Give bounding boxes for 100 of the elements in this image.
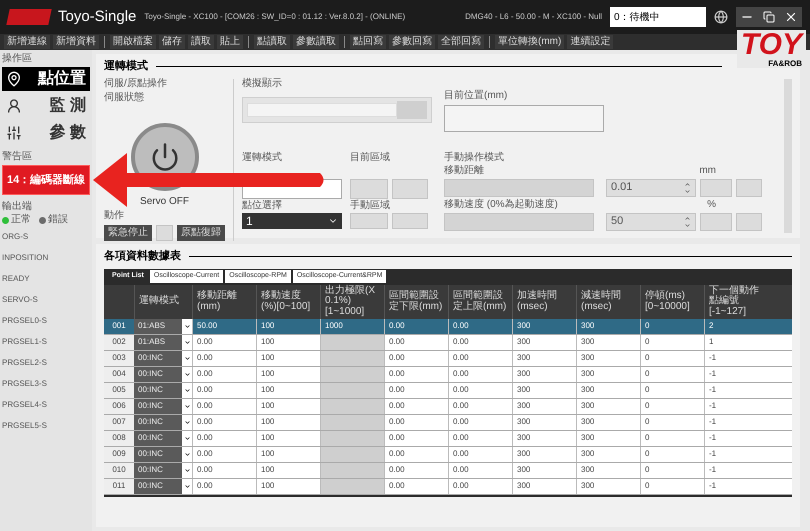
status-field[interactable]: 0：待機中 (610, 7, 706, 27)
disabled-cell (320, 462, 384, 478)
table-cell: 0.00 (192, 414, 256, 430)
action-button[interactable]: 原點復歸 (177, 224, 225, 240)
mode-dropdown[interactable]: 00:INC (134, 366, 192, 382)
table-cell: 0.00 (448, 462, 512, 478)
table-cell: 0.00 (448, 350, 512, 366)
toolbar-button[interactable]: 點回寫 (350, 35, 386, 49)
toolbar-button[interactable]: 新增連線 (4, 35, 50, 49)
table-cell: 2 (704, 318, 768, 334)
slider-track[interactable] (444, 178, 594, 196)
position-field[interactable] (444, 104, 604, 132)
blank-field[interactable] (736, 178, 762, 196)
toolbar-button[interactable]: 儲存 (159, 35, 185, 49)
mode-dropdown[interactable]: 00:INC (134, 446, 192, 462)
blank-button[interactable] (156, 224, 173, 240)
table-row[interactable]: 002 01:ABS 0.00 100 0.00 0.00 300 300 0 1 (104, 334, 792, 350)
signal-label: PRGSEL3-S (2, 378, 48, 390)
area-field[interactable] (392, 178, 428, 198)
blank-field[interactable] (700, 212, 732, 230)
spin-up-icon[interactable] (684, 180, 691, 188)
table-cell: 0.00 (448, 430, 512, 446)
table-cell: 300 (576, 398, 640, 414)
spin-up-icon[interactable] (684, 214, 691, 222)
table-cell: 100 (256, 318, 320, 334)
close-icon (784, 10, 798, 24)
action-button[interactable]: 緊急停止 (104, 224, 152, 240)
table-row[interactable]: 007 00:INC 0.00 100 0.00 0.00 300 300 0 -1 (104, 414, 792, 430)
mode-dropdown[interactable]: 01:ABS (134, 318, 192, 334)
slider-track[interactable] (444, 212, 594, 230)
blank-field[interactable] (736, 212, 762, 230)
toolbar-button[interactable]: 點讀取 (254, 35, 290, 49)
nav-item[interactable]: 參 數 (2, 121, 90, 145)
mode-dropdown[interactable]: 00:INC (134, 430, 192, 446)
table-cell: 0.00 (448, 398, 512, 414)
table-row[interactable]: 008 00:INC 0.00 100 0.00 0.00 300 300 0 -1 (104, 430, 792, 446)
table-cell: 0.00 (192, 462, 256, 478)
mode-dropdown[interactable]: 00:INC (134, 414, 192, 430)
nav-item[interactable]: 點位置 (2, 67, 90, 91)
connection-info: Toyo-Single - XC100 - [COM26 : SW_ID=0 : 01.12 : Ver.8.0.2] - (ONLINE) (144, 11, 406, 23)
disabled-cell (320, 350, 384, 366)
area-field[interactable] (392, 212, 428, 228)
table-cell: 300 (576, 462, 640, 478)
globe-icon[interactable] (714, 10, 728, 24)
table-row[interactable]: 003 00:INC 0.00 100 0.00 0.00 300 300 0 -1 (104, 350, 792, 366)
mode-dropdown[interactable]: 00:INC (134, 382, 192, 398)
table-row[interactable]: 005 00:INC 0.00 100 0.00 0.00 300 300 0 -1 (104, 382, 792, 398)
table-row[interactable]: 009 00:INC 0.00 100 0.00 0.00 300 300 0 -1 (104, 446, 792, 462)
toolbar-button[interactable]: 貼上 (217, 35, 243, 49)
number-field[interactable]: 0.01 (606, 178, 696, 196)
toolbar-button[interactable]: 參數讀取 (293, 35, 339, 49)
toolbar-button[interactable]: 開啟檔案 (110, 35, 156, 49)
table-row[interactable]: 001 01:ABS 50.00 100 1000 0.00 0.00 300 300 0 2 (104, 318, 792, 334)
mode-dropdown[interactable]: 00:INC (134, 478, 192, 494)
table-cell: 0.00 (448, 414, 512, 430)
area-field[interactable] (350, 212, 388, 228)
signal-label: INPOSITION (2, 252, 50, 264)
toolbar-button[interactable]: 新增資料 (53, 35, 99, 49)
blank-field[interactable] (700, 178, 732, 196)
signal-label: SERVO-S (2, 294, 39, 306)
minimize-button[interactable] (736, 7, 758, 27)
toolbar-button[interactable]: 全部回寫 (438, 35, 484, 49)
toolbar-button[interactable]: 參數回寫 (389, 35, 435, 49)
toolbar-button[interactable]: 連續設定 (567, 35, 614, 49)
mode-dropdown[interactable]: 00:INC (134, 398, 192, 414)
area-field[interactable] (350, 178, 388, 198)
close-button[interactable] (780, 7, 802, 27)
table-cell: 300 (512, 414, 576, 430)
table-cell: 300 (512, 382, 576, 398)
table-row[interactable]: 006 00:INC 0.00 100 0.00 0.00 300 300 0 -1 (104, 398, 792, 414)
mode-dropdown[interactable]: 01:ABS (134, 334, 192, 350)
point-select[interactable]: 1 (242, 212, 342, 228)
mode-dropdown[interactable]: 00:INC (134, 462, 192, 478)
table-cell: 300 (576, 446, 640, 462)
number-field[interactable]: 50 (606, 212, 696, 230)
legend-label: 錯誤 (48, 215, 68, 225)
alarm-banner: 14：編碼器斷線 (2, 165, 90, 195)
disabled-cell (320, 414, 384, 430)
field-label: 移動速度 (0%為起動速度) (444, 200, 558, 210)
mode-dropdown[interactable]: 00:INC (134, 350, 192, 366)
legend-label: 正常 (11, 215, 31, 225)
app-name: Toyo-Single (58, 6, 136, 27)
toolbar-button[interactable]: 讀取 (188, 35, 214, 49)
caret-icon (184, 370, 190, 378)
disabled-cell (320, 366, 384, 382)
spin-down-icon[interactable] (684, 222, 691, 228)
table-cell: -1 (704, 414, 768, 430)
table-row[interactable]: 011 00:INC 0.00 100 0.00 0.00 300 300 0 -1 (104, 478, 792, 494)
table-cell: 300 (512, 398, 576, 414)
table-cell: 300 (512, 334, 576, 350)
table-row[interactable]: 004 00:INC 0.00 100 0.00 0.00 300 300 0 -1 (104, 366, 792, 382)
table-cell: 0.00 (384, 462, 448, 478)
table-cell: 300 (576, 414, 640, 430)
table-cell: 300 (512, 430, 576, 446)
table-cell: 300 (512, 446, 576, 462)
toolbar-button[interactable]: 單位轉換(mm) (495, 35, 564, 49)
table-row[interactable]: 010 00:INC 0.00 100 0.00 0.00 300 300 0 -1 (104, 462, 792, 478)
spin-down-icon[interactable] (684, 188, 691, 194)
nav-item[interactable]: 監 測 (2, 94, 90, 118)
brand-tagline: FA&ROB (768, 60, 802, 68)
